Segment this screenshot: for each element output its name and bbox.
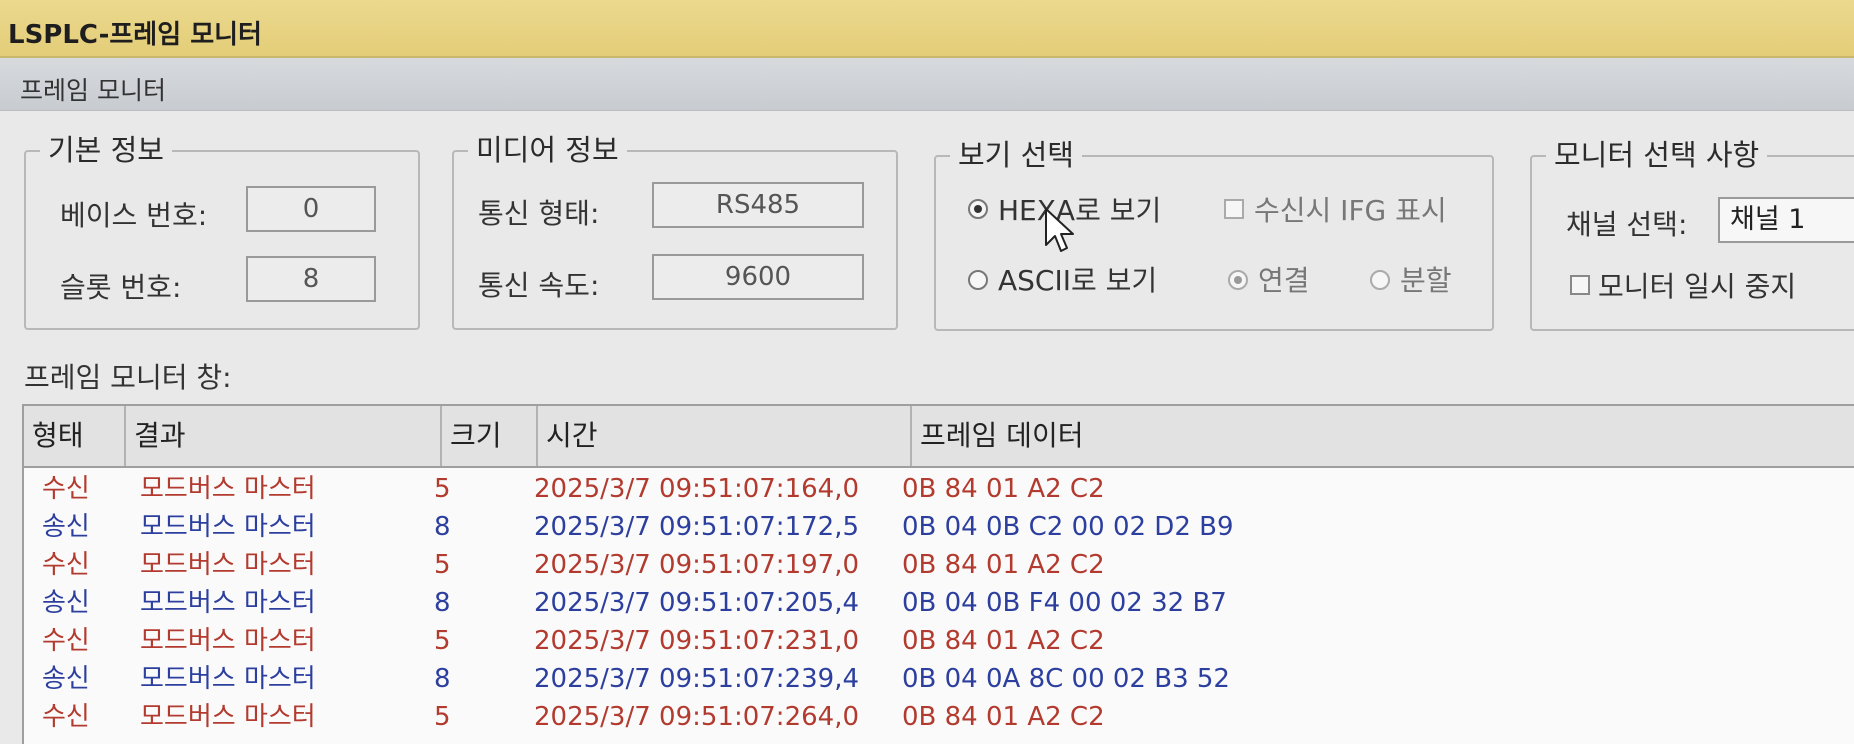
row-size: 5: [434, 550, 451, 580]
table-row[interactable]: 송신 모드버스 마스터 8 2025/3/7 09:51:07:172,5 0B 04 …: [24, 508, 1854, 547]
row-size: 5: [434, 626, 451, 656]
hex-view-radio[interactable]: [968, 199, 988, 219]
row-result: 모드버스 마스터: [140, 626, 316, 656]
row-time: 2025/3/7 09:51:07:205,4: [534, 588, 859, 618]
row-time: 2025/3/7 09:51:07:239,4: [534, 664, 859, 694]
ifg-display-label[interactable]: 수신시 IFG 표시: [1254, 189, 1447, 229]
row-size: 8: [434, 588, 451, 618]
frame-monitor-label: 프레임 모니터 창:: [24, 361, 232, 394]
row-frame-data: 0B 04 0B F4 00 02 32 B7: [902, 588, 1227, 618]
view-select-legend: 보기 선택: [950, 135, 1082, 175]
ifg-display-checkbox[interactable]: [1224, 199, 1244, 219]
column-header-result[interactable]: 결과: [126, 406, 442, 466]
monitor-options-legend: 모니터 선택 사항: [1546, 135, 1768, 175]
frame-monitor-table[interactable]: 형태 결과 크기 시간 프레임 데이터 수신 모드버스 마스터 5 2025/3/7 …: [22, 404, 1854, 744]
connect-label[interactable]: 연결: [1258, 259, 1310, 299]
table-row[interactable]: 수신 모드버스 마스터 5 2025/3/7 09:51:07:231,0 0B 84 …: [24, 622, 1854, 661]
row-frame-data: 0B 84 01 A2 C2: [902, 474, 1105, 504]
row-time: 2025/3/7 09:51:07:231,0: [534, 626, 859, 656]
monitor-pause-label[interactable]: 모니터 일시 중지: [1598, 265, 1796, 305]
base-number-label: 베이스 번호:: [60, 199, 208, 232]
row-result: 모드버스 마스터: [140, 588, 316, 618]
row-frame-data: 0B 84 01 A2 C2: [902, 626, 1105, 656]
row-kind: 수신: [42, 550, 90, 580]
table-row[interactable]: 수신 모드버스 마스터 5 2025/3/7 09:51:07:197,0 0B 84 …: [24, 546, 1854, 585]
row-frame-data: 0B 04 0A 8C 00 02 B3 52: [902, 664, 1230, 694]
row-kind: 수신: [42, 702, 90, 732]
row-time: 2025/3/7 09:51:07:264,0: [534, 702, 859, 732]
row-result: 모드버스 마스터: [140, 664, 316, 694]
ascii-view-label[interactable]: ASCII로 보기: [998, 259, 1157, 299]
comm-speed-field: 9600: [652, 254, 864, 300]
channel-select-dropdown[interactable]: 채널 1: [1718, 197, 1854, 243]
comm-type-field: RS485: [652, 182, 864, 228]
row-size: 8: [434, 664, 451, 694]
row-frame-data: 0B 04 0B C2 00 02 D2 B9: [902, 512, 1234, 542]
mouse-cursor-icon: [1045, 208, 1074, 252]
basic-info-group: 기본 정보 베이스 번호: 0 슬롯 번호: 8: [24, 130, 420, 330]
row-frame-data: 0B 84 01 A2 C2: [902, 702, 1105, 732]
row-result: 모드버스 마스터: [140, 702, 316, 732]
comm-type-label: 통신 형태:: [478, 197, 600, 230]
row-size: 5: [434, 702, 451, 732]
table-row[interactable]: 수신 모드버스 마스터 5 2025/3/7 09:51:07:164,0 0B 84 …: [24, 470, 1854, 509]
base-number-field: 0: [246, 186, 376, 232]
column-header-frame-data[interactable]: 프레임 데이터: [912, 406, 1854, 466]
column-header-kind[interactable]: 형태: [24, 406, 126, 466]
table-header: 형태 결과 크기 시간 프레임 데이터: [24, 406, 1854, 468]
monitor-pause-checkbox[interactable]: [1570, 275, 1590, 295]
column-header-time[interactable]: 시간: [538, 406, 912, 466]
row-kind: 송신: [42, 512, 90, 542]
row-frame-data: 0B 84 01 A2 C2: [902, 550, 1105, 580]
monitor-options-group: 모니터 선택 사항 채널 선택: 채널 1 모니터 일시 중지: [1530, 135, 1854, 331]
split-radio[interactable]: [1370, 270, 1390, 290]
column-header-size[interactable]: 크기: [442, 406, 538, 466]
basic-info-legend: 기본 정보: [40, 130, 172, 170]
channel-select-label: 채널 선택:: [1566, 208, 1688, 241]
row-result: 모드버스 마스터: [140, 512, 316, 542]
row-result: 모드버스 마스터: [140, 474, 316, 504]
comm-speed-label: 통신 속도:: [478, 269, 600, 302]
table-row[interactable]: 송신 모드버스 마스터 8 2025/3/7 09:51:07:205,4 0B 04 …: [24, 584, 1854, 623]
view-select-group: 보기 선택 HEXA로 보기 수신시 IFG 표시 ASCII로 보기 연결 분…: [934, 135, 1494, 331]
row-time: 2025/3/7 09:51:07:197,0: [534, 550, 859, 580]
row-kind: 송신: [42, 588, 90, 618]
ascii-view-radio[interactable]: [968, 270, 988, 290]
slot-number-label: 슬롯 번호:: [60, 271, 182, 304]
window-title: LSPLC-프레임 모니터: [8, 20, 262, 50]
split-label[interactable]: 분할: [1400, 259, 1452, 299]
hex-view-label[interactable]: HEXA로 보기: [998, 189, 1161, 229]
sub-title: 프레임 모니터: [20, 76, 166, 105]
row-kind: 송신: [42, 664, 90, 694]
row-size: 5: [434, 474, 451, 504]
table-row[interactable]: 송신 모드버스 마스터 8 2025/3/7 09:51:07:239,4 0B 04 …: [24, 660, 1854, 699]
slot-number-field: 8: [246, 256, 376, 302]
media-info-legend: 미디어 정보: [468, 130, 627, 170]
connect-radio[interactable]: [1228, 270, 1248, 290]
table-row[interactable]: 수신 모드버스 마스터 5 2025/3/7 09:51:07:264,0 0B 84 …: [24, 698, 1854, 737]
media-info-group: 미디어 정보 통신 형태: RS485 통신 속도: 9600: [452, 130, 898, 330]
row-kind: 수신: [42, 474, 90, 504]
row-time: 2025/3/7 09:51:07:172,5: [534, 512, 859, 542]
row-size: 8: [434, 512, 451, 542]
window-title-bar: LSPLC-프레임 모니터: [0, 0, 1854, 58]
row-time: 2025/3/7 09:51:07:164,0: [534, 474, 859, 504]
sub-title-bar: 프레임 모니터: [0, 58, 1854, 111]
row-kind: 수신: [42, 626, 90, 656]
row-result: 모드버스 마스터: [140, 550, 316, 580]
